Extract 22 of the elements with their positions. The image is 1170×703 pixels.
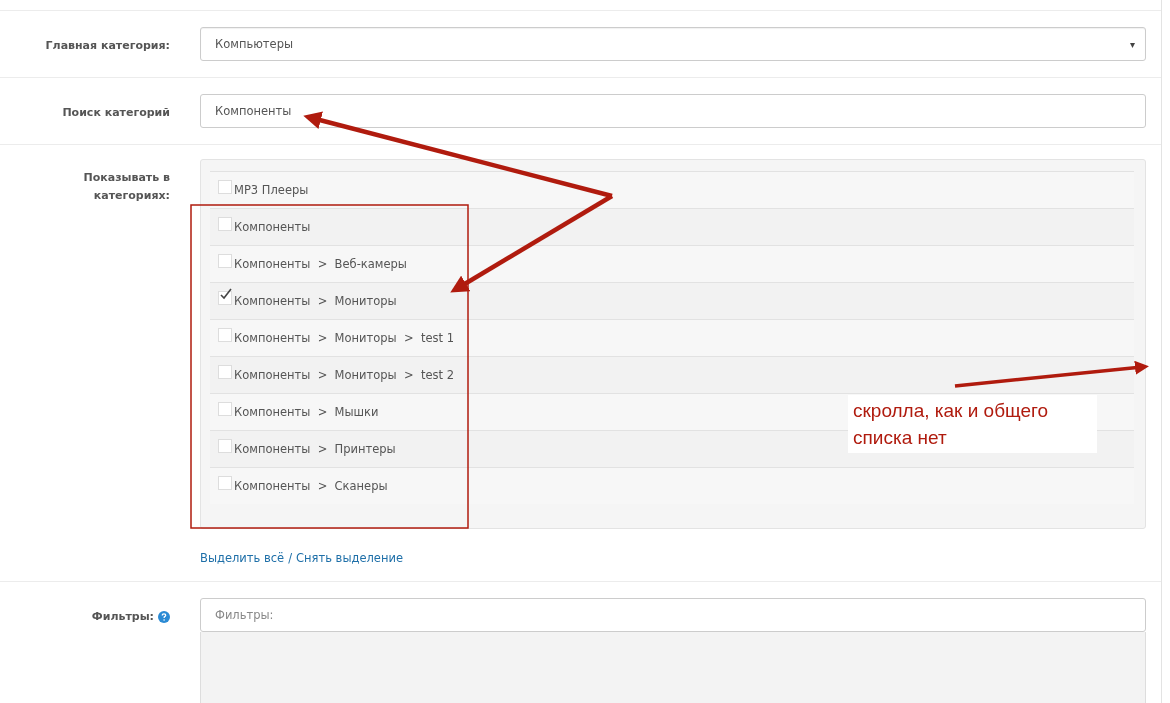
annotation-note: скролла, как и общего списка нет xyxy=(848,395,1097,453)
checkbox[interactable] xyxy=(218,439,232,453)
checkbox[interactable] xyxy=(218,217,232,231)
field-label: Главная категория: xyxy=(44,38,170,54)
checkbox[interactable] xyxy=(218,291,232,305)
select-all-link[interactable]: Выделить всё xyxy=(200,551,285,565)
search-field[interactable]: Компоненты xyxy=(200,94,1146,128)
deselect-link[interactable]: Снять выделение xyxy=(296,551,403,565)
field-label: Поиск категорий xyxy=(61,105,170,121)
field-label: Показывать в категориях: xyxy=(82,170,170,204)
checkbox[interactable] xyxy=(218,254,232,268)
checkbox[interactable] xyxy=(218,402,232,416)
help-icon xyxy=(158,611,170,623)
checkbox[interactable] xyxy=(218,476,232,490)
separator-text: / xyxy=(288,551,292,565)
caret-icon: ▾ xyxy=(1129,38,1135,50)
category-select[interactable]: Компьютеры ▾ xyxy=(200,27,1146,61)
checkbox[interactable] xyxy=(218,328,232,342)
checkbox[interactable] xyxy=(218,365,232,379)
checkbox[interactable] xyxy=(218,180,232,194)
label-text: Фильтры: xyxy=(91,609,154,625)
filter-field[interactable]: Фильтры: xyxy=(200,598,1146,632)
